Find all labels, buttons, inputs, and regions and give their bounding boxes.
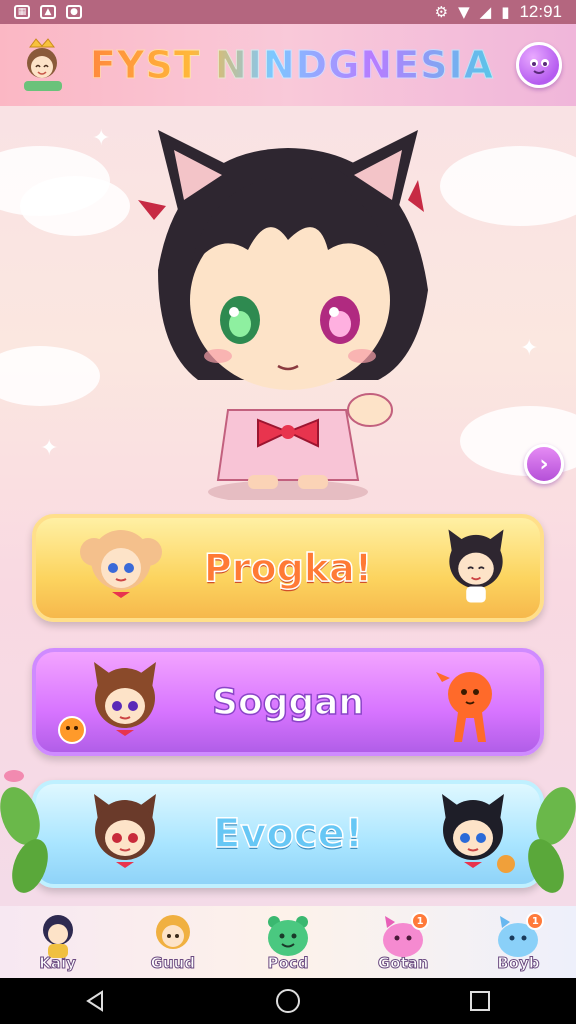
main-scene: ✦ ✦ ✦ › Progka! Soggan Evoce! [0, 106, 576, 906]
chibi-black-catgirl-icon [442, 794, 515, 873]
app-title: FYST NINDGNESIA [89, 43, 495, 88]
sparkle: ✦ [92, 126, 111, 151]
cloud [440, 146, 576, 226]
character-icon [42, 915, 73, 958]
chibi-blonde-girl-icon [80, 530, 162, 598]
status-right: ⚙ ▼ ◢ ▮ 12:91 [435, 2, 562, 22]
leaves-decoration [0, 770, 48, 893]
notification-icon: ● [66, 5, 82, 19]
back-button[interactable] [76, 981, 116, 1021]
leaves-decoration [528, 787, 576, 893]
back-icon [86, 990, 103, 1012]
hero-character[interactable] [118, 120, 458, 504]
nav-item-kaiy[interactable]: Kaiy [8, 912, 108, 973]
status-bar: ▦ ▲ ● ⚙ ▼ ◢ ▮ 12:91 [0, 0, 576, 24]
pet-icon [267, 916, 308, 956]
mode-button-evoce[interactable]: Evoce! [32, 780, 544, 888]
chevron-right-icon: › [539, 451, 549, 477]
app-header: FYST NINDGNESIA [0, 24, 576, 106]
cloud [20, 176, 130, 236]
settings-icon: ⚙ [434, 3, 449, 21]
nav-item-guud[interactable]: Guud [123, 912, 223, 973]
status-left: ▦ ▲ ● [14, 5, 82, 19]
mode-label-soggan: Soggan [211, 681, 365, 724]
recents-button[interactable] [460, 981, 500, 1021]
signal-icon: ◢ [479, 3, 492, 21]
home-button[interactable] [268, 981, 308, 1021]
sparkle: ✦ [520, 336, 539, 361]
mode-label-progka: Progka! [203, 545, 373, 591]
bottom-nav: Kaiy Guud Pocd 1 Gotan 1 Boyb [0, 906, 576, 978]
next-character-button[interactable]: › [524, 444, 564, 484]
slime-menu-icon[interactable] [516, 42, 562, 88]
image-icon: ▲ [40, 5, 56, 19]
nav-item-gotan[interactable]: 1 Gotan [353, 912, 453, 973]
clock: 12:91 [519, 2, 562, 21]
avatar-icon[interactable] [16, 37, 68, 93]
orange-dragon-icon [436, 672, 492, 742]
chibi-red-eye-catgirl-icon [94, 794, 156, 868]
guild-icon [155, 915, 190, 949]
nav-item-boyb[interactable]: 1 Boyb [468, 912, 568, 973]
orange-creature-icon [58, 716, 86, 744]
wifi-icon: ▼ [458, 3, 470, 21]
mode-button-progka[interactable]: Progka! [32, 514, 544, 622]
chibi-brown-catgirl-icon [94, 662, 156, 736]
mode-button-soggan[interactable]: Soggan [32, 648, 544, 756]
sim-icon: ▦ [14, 5, 30, 19]
sparkle: ✦ [40, 436, 59, 461]
recents-icon [470, 991, 490, 1011]
battery-icon: ▮ [501, 3, 510, 21]
chibi-catgirl-icon [448, 529, 504, 603]
home-icon [276, 989, 300, 1013]
cloud [0, 346, 100, 406]
system-nav-bar [0, 978, 576, 1024]
mode-label-evoce: Evoce! [212, 810, 363, 858]
nav-item-pocd[interactable]: Pocd [238, 912, 338, 973]
